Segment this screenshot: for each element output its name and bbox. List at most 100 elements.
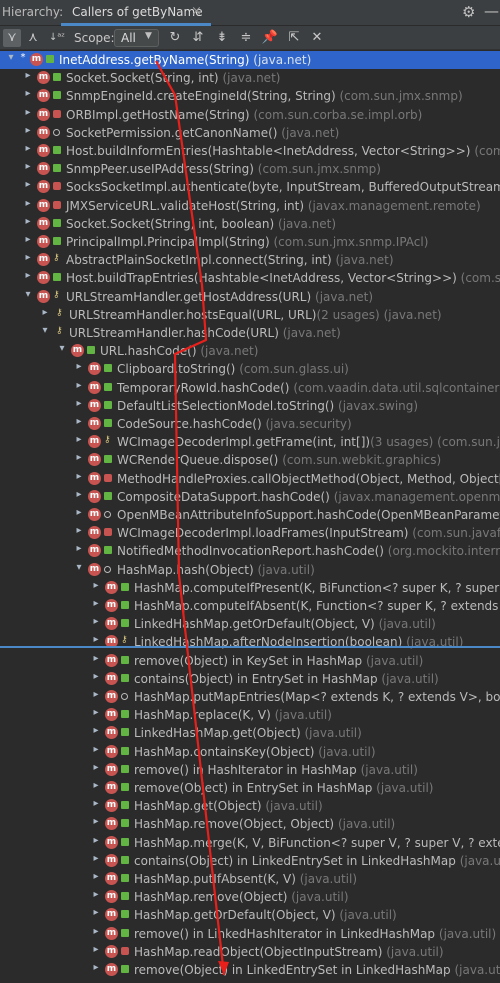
sort-alphabetically-icon[interactable]: ↓ᵃᶻ — [48, 29, 66, 47]
collapse-arrow-icon[interactable]: ▸ — [91, 762, 101, 773]
collapse-arrow-icon[interactable]: ▸ — [91, 689, 101, 700]
collapse-arrow-icon[interactable]: ▸ — [23, 198, 33, 209]
collapse-arrow-icon[interactable]: ▸ — [23, 125, 33, 136]
tree-row[interactable]: ▸ m ⚷ LinkedHashMap.afterNodeInsertion(bool… — [0, 633, 500, 651]
expand-all-icon[interactable]: ⇵ — [189, 29, 207, 47]
tree-row[interactable]: ▸ m remove(Object) in LinkedEntrySet in Li… — [0, 961, 500, 979]
tree-row[interactable]: ▸ m Host.buildInformEntries(Hashtable<Inet… — [0, 142, 500, 160]
collapse-arrow-icon[interactable]: ▸ — [74, 489, 84, 500]
collapse-arrow-icon[interactable]: ▸ — [91, 944, 101, 955]
collapse-arrow-icon[interactable]: ▸ — [91, 780, 101, 791]
collapse-arrow-icon[interactable]: ▸ — [23, 143, 33, 154]
collapse-arrow-icon[interactable]: ▸ — [23, 270, 33, 281]
tree-row[interactable]: ▸ m HashMap.merge(K, V, BiFunction<? super… — [0, 834, 500, 852]
expand-arrow-icon[interactable]: ▾ — [74, 562, 84, 573]
tree-row[interactable]: ▸ m SnmpPeer.useIPAddress(String) (com.sun… — [0, 160, 500, 178]
collapse-arrow-icon[interactable]: ▸ — [40, 307, 50, 318]
tree-row[interactable]: ▸ ⚷ URLStreamHandler.hostsEqual(URL, URL)(… — [0, 306, 500, 324]
align-icon[interactable]: ≑ — [237, 29, 255, 47]
collapse-arrow-icon[interactable]: ▸ — [91, 889, 101, 900]
pin-icon[interactable]: 📌 — [261, 29, 279, 47]
tree-row[interactable]: ▾ * m InetAddress.getByName(String) (java.n… — [0, 51, 500, 70]
tree-row[interactable]: ▸ m remove(Object) in KeySet in HashMap (j… — [0, 652, 500, 670]
collapse-arrow-icon[interactable]: ▸ — [91, 798, 101, 809]
tree-row[interactable]: ▸ m LinkedHashMap.getOrDefault(Object, V) … — [0, 615, 500, 633]
tree-row[interactable]: ▾ m URL.hashCode() (java.net) — [0, 342, 500, 360]
collapse-arrow-icon[interactable]: ▸ — [91, 616, 101, 627]
collapse-arrow-icon[interactable]: ▸ — [91, 580, 101, 591]
expand-arrow-icon[interactable]: ▾ — [6, 52, 16, 63]
tree-row[interactable]: ▸ m HashMap.readObject(ObjectInputStream) … — [0, 943, 500, 961]
expand-arrow-icon[interactable]: ▾ — [57, 343, 67, 354]
collapse-arrow-icon[interactable]: ▸ — [23, 161, 33, 172]
collapse-arrow-icon[interactable]: ▸ — [91, 744, 101, 755]
tree-row[interactable]: ▾ m ⚷ URLStreamHandler.getHostAddress(URL) … — [0, 288, 500, 306]
expand-arrow-icon[interactable]: ▾ — [23, 289, 33, 300]
tree-row[interactable]: ▸ m HashMap.containsKey(Object) (java.util… — [0, 743, 500, 761]
collapse-arrow-icon[interactable]: ▸ — [91, 871, 101, 882]
scope-select[interactable]: All ▼ — [114, 29, 159, 47]
tree-row[interactable]: ▸ m ⚷ WCImageDecoderImpl.getFrame(int, int[… — [0, 433, 500, 451]
collapse-arrow-icon[interactable]: ▸ — [23, 107, 33, 118]
tree-row[interactable]: ▸ m JMXServiceURL.validateHost(String, int… — [0, 197, 500, 215]
collapse-arrow-icon[interactable]: ▸ — [74, 507, 84, 518]
collapse-arrow-icon[interactable]: ▸ — [23, 70, 33, 81]
tab-close-icon[interactable]: × — [191, 4, 202, 19]
caller-hierarchy-icon[interactable]: ⋎ — [3, 29, 21, 47]
minus-icon[interactable]: — — [484, 2, 499, 20]
tree-row[interactable]: ▸ m contains(Object) in EntrySet in HashMa… — [0, 670, 500, 688]
collapse-arrow-icon[interactable]: ▸ — [74, 416, 84, 427]
collapse-arrow-icon[interactable]: ▸ — [23, 88, 33, 99]
collapse-arrow-icon[interactable]: ▸ — [91, 835, 101, 846]
collapse-arrow-icon[interactable]: ▸ — [74, 361, 84, 372]
collapse-arrow-icon[interactable]: ▸ — [91, 598, 101, 609]
tree-row[interactable]: ▸ m contains(Object) in LinkedEntrySet in … — [0, 852, 500, 870]
collapse-arrow-icon[interactable]: ▸ — [91, 853, 101, 864]
tree-row[interactable]: ▸ m remove() in HashIterator in HashMap (j… — [0, 761, 500, 779]
callee-hierarchy-icon[interactable]: ⋏ — [24, 29, 42, 47]
collapse-all-icon[interactable]: ⇟ — [213, 29, 231, 47]
tree-row[interactable]: ▸ m CompositeDataSupport.hashCode() (javax… — [0, 488, 500, 506]
expand-arrow-icon[interactable]: ▾ — [40, 325, 50, 336]
collapse-arrow-icon[interactable]: ▸ — [91, 671, 101, 682]
tree-row[interactable]: ▸ m HashMap.putMapEntries(Map<? extends K,… — [0, 688, 500, 706]
collapse-arrow-icon[interactable]: ▸ — [23, 234, 33, 245]
tree-row[interactable]: ▸ m ORBImpl.getHostName(String) (com.sun.c… — [0, 106, 500, 124]
tree-row[interactable]: ▾ m HashMap.hash(Object) (java.util) — [0, 561, 500, 579]
tree-row[interactable]: ▸ m MethodHandleProxies.callObjectMethod(O… — [0, 470, 500, 488]
collapse-arrow-icon[interactable]: ▸ — [91, 634, 101, 645]
tree-row[interactable]: ▸ m SnmpEngineId.createEngineId(String, St… — [0, 87, 500, 105]
tree-row[interactable]: ▸ m HashMap.getOrDefault(Object, V) (java.… — [0, 906, 500, 924]
tree-row[interactable]: ▸ m Clipboard.toString() (com.sun.glass.ui… — [0, 360, 500, 378]
tree-row[interactable]: ▸ m WCRenderQueue.dispose() (com.sun.webki… — [0, 451, 500, 469]
tree-row[interactable]: ▸ m WCImageDecoderImpl.loadFrames(InputStr… — [0, 524, 500, 542]
collapse-arrow-icon[interactable]: ▸ — [91, 707, 101, 718]
collapse-arrow-icon[interactable]: ▸ — [91, 725, 101, 736]
tree-row[interactable]: ▸ m NotifiedMethodInvocationReport.hashCod… — [0, 542, 500, 560]
collapse-arrow-icon[interactable]: ▸ — [74, 452, 84, 463]
tree-row[interactable]: ▸ m HashMap.computeIfAbsent(K, Function<? … — [0, 597, 500, 615]
collapse-arrow-icon[interactable]: ▸ — [74, 380, 84, 391]
collapse-arrow-icon[interactable]: ▸ — [91, 926, 101, 937]
tree-row[interactable]: ▸ m DefaultListSelectionModel.toString() (… — [0, 397, 500, 415]
tree-row[interactable]: ▸ m SocksSocketImpl.authenticate(byte, Inp… — [0, 178, 500, 196]
collapse-arrow-icon[interactable]: ▸ — [91, 653, 101, 664]
collapse-arrow-icon[interactable]: ▸ — [23, 216, 33, 227]
tree-row[interactable]: ▸ m remove(Object) in EntrySet in HashMap … — [0, 779, 500, 797]
tree-row[interactable]: ▸ m CodeSource.hashCode() (java.security) — [0, 415, 500, 433]
tree-row[interactable]: ▸ m OpenMBeanAttributeInfoSupport.hashCode… — [0, 506, 500, 524]
tree-row[interactable]: ▸ m HashMap.computeIfPresent(K, BiFunction… — [0, 579, 500, 597]
collapse-arrow-icon[interactable]: ▸ — [91, 816, 101, 827]
tab-callers-of-getbyname[interactable]: Callers of getByName × — [61, 0, 211, 26]
collapse-arrow-icon[interactable]: ▸ — [74, 398, 84, 409]
collapse-arrow-icon[interactable]: ▸ — [74, 543, 84, 554]
collapse-arrow-icon[interactable]: ▸ — [23, 179, 33, 190]
tree-row[interactable]: ▸ m ⚷ AbstractPlainSocketImpl.connect(Strin… — [0, 251, 500, 269]
tree-row[interactable]: ▸ m HashMap.remove(Object) (java.util) — [0, 888, 500, 906]
tree-row[interactable]: ▸ m Socket.Socket(String, int) (java.net) — [0, 69, 500, 87]
collapse-arrow-icon[interactable]: ▸ — [74, 471, 84, 482]
export-icon[interactable]: ⇱ — [285, 29, 303, 47]
collapse-arrow-icon[interactable]: ▸ — [74, 525, 84, 536]
collapse-arrow-icon[interactable]: ▸ — [91, 907, 101, 918]
collapse-arrow-icon[interactable]: ▸ — [23, 252, 33, 263]
